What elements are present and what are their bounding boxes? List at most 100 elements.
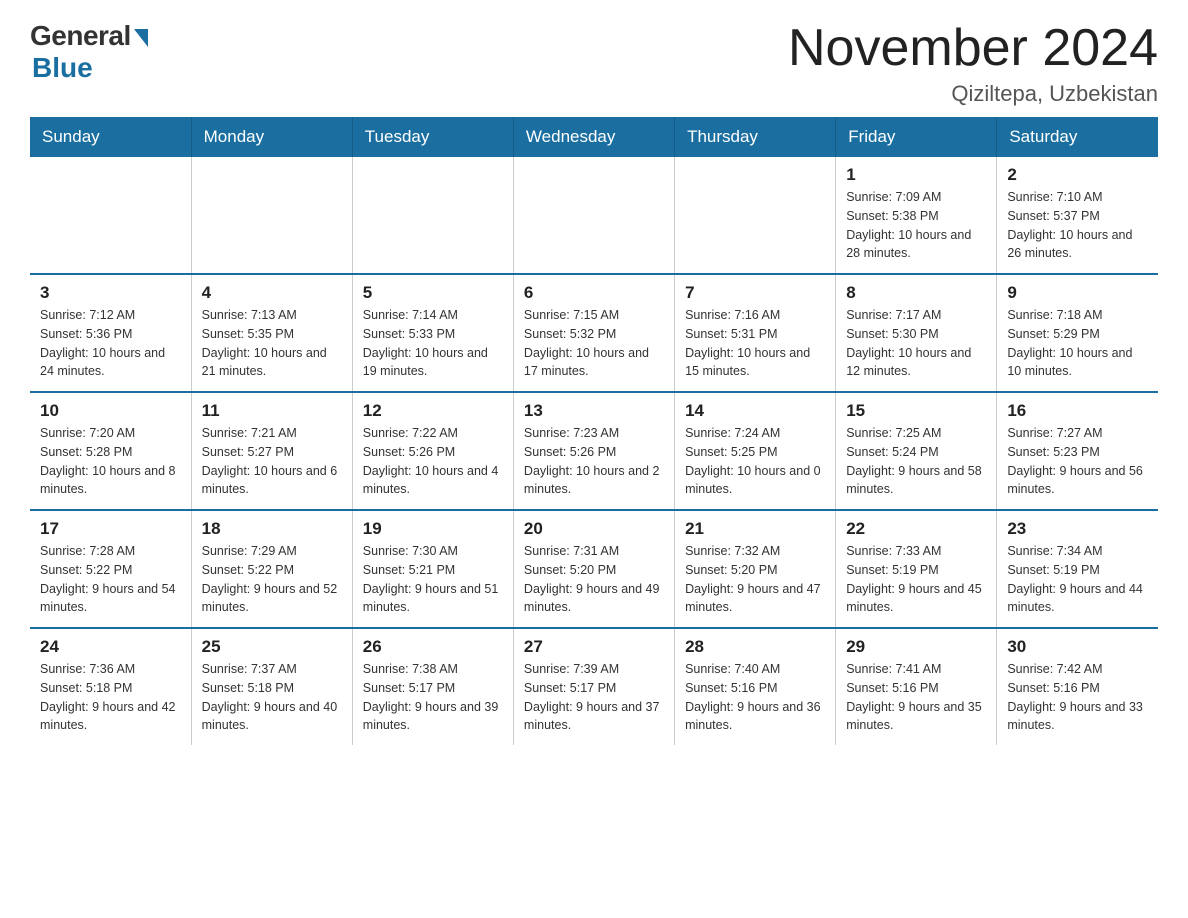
day-number: 3 — [40, 283, 181, 303]
day-info: Sunrise: 7:29 AMSunset: 5:22 PMDaylight:… — [202, 542, 342, 617]
calendar-cell: 11 Sunrise: 7:21 AMSunset: 5:27 PMDayligh… — [191, 392, 352, 510]
day-info: Sunrise: 7:12 AMSunset: 5:36 PMDaylight:… — [40, 306, 181, 381]
day-number: 8 — [846, 283, 986, 303]
week-row-3: 10Sunrise: 7:20 AMSunset: 5:28 PMDayligh… — [30, 392, 1158, 510]
calendar-cell: 4 Sunrise: 7:13 AMSunset: 5:35 PMDaylight… — [191, 274, 352, 392]
day-number: 10 — [40, 401, 181, 421]
day-info: Sunrise: 7:21 AMSunset: 5:27 PMDaylight:… — [202, 424, 342, 499]
weekday-header-thursday: Thursday — [675, 117, 836, 157]
day-info: Sunrise: 7:09 AMSunset: 5:38 PMDaylight:… — [846, 188, 986, 263]
day-info: Sunrise: 7:24 AMSunset: 5:25 PMDaylight:… — [685, 424, 825, 499]
day-number: 13 — [524, 401, 664, 421]
calendar-cell: 1 Sunrise: 7:09 AMSunset: 5:38 PMDaylight… — [836, 157, 997, 274]
calendar-cell — [352, 157, 513, 274]
day-info: Sunrise: 7:34 AMSunset: 5:19 PMDaylight:… — [1007, 542, 1148, 617]
calendar-cell — [191, 157, 352, 274]
day-number: 4 — [202, 283, 342, 303]
day-info: Sunrise: 7:31 AMSunset: 5:20 PMDaylight:… — [524, 542, 664, 617]
calendar-cell: 7 Sunrise: 7:16 AMSunset: 5:31 PMDaylight… — [675, 274, 836, 392]
day-number: 9 — [1007, 283, 1148, 303]
week-row-5: 24 Sunrise: 7:36 AMSunset: 5:18 PMDayligh… — [30, 628, 1158, 745]
calendar-cell: 15 Sunrise: 7:25 AMSunset: 5:24 PMDayligh… — [836, 392, 997, 510]
day-info: Sunrise: 7:40 AMSunset: 5:16 PMDaylight:… — [685, 660, 825, 735]
calendar-cell: 22Sunrise: 7:33 AMSunset: 5:19 PMDayligh… — [836, 510, 997, 628]
calendar-cell: 19 Sunrise: 7:30 AMSunset: 5:21 PMDayligh… — [352, 510, 513, 628]
calendar-cell: 13 Sunrise: 7:23 AMSunset: 5:26 PMDayligh… — [513, 392, 674, 510]
calendar-cell: 3 Sunrise: 7:12 AMSunset: 5:36 PMDaylight… — [30, 274, 191, 392]
day-info: Sunrise: 7:16 AMSunset: 5:31 PMDaylight:… — [685, 306, 825, 381]
day-number: 2 — [1007, 165, 1148, 185]
day-info: Sunrise: 7:32 AMSunset: 5:20 PMDaylight:… — [685, 542, 825, 617]
calendar-cell: 16 Sunrise: 7:27 AMSunset: 5:23 PMDayligh… — [997, 392, 1158, 510]
weekday-header-saturday: Saturday — [997, 117, 1158, 157]
day-number: 30 — [1007, 637, 1148, 657]
day-info: Sunrise: 7:42 AMSunset: 5:16 PMDaylight:… — [1007, 660, 1148, 735]
day-number: 14 — [685, 401, 825, 421]
weekday-header-tuesday: Tuesday — [352, 117, 513, 157]
title-block: November 2024 Qiziltepa, Uzbekistan — [788, 20, 1158, 107]
day-number: 11 — [202, 401, 342, 421]
day-info: Sunrise: 7:30 AMSunset: 5:21 PMDaylight:… — [363, 542, 503, 617]
day-info: Sunrise: 7:41 AMSunset: 5:16 PMDaylight:… — [846, 660, 986, 735]
day-number: 29 — [846, 637, 986, 657]
day-number: 28 — [685, 637, 825, 657]
weekday-header-sunday: Sunday — [30, 117, 191, 157]
day-number: 6 — [524, 283, 664, 303]
calendar-cell: 8 Sunrise: 7:17 AMSunset: 5:30 PMDaylight… — [836, 274, 997, 392]
day-info: Sunrise: 7:38 AMSunset: 5:17 PMDaylight:… — [363, 660, 503, 735]
day-info: Sunrise: 7:27 AMSunset: 5:23 PMDaylight:… — [1007, 424, 1148, 499]
week-row-1: 1 Sunrise: 7:09 AMSunset: 5:38 PMDaylight… — [30, 157, 1158, 274]
calendar-cell: 27Sunrise: 7:39 AMSunset: 5:17 PMDayligh… — [513, 628, 674, 745]
day-number: 17 — [40, 519, 181, 539]
day-info: Sunrise: 7:13 AMSunset: 5:35 PMDaylight:… — [202, 306, 342, 381]
day-number: 18 — [202, 519, 342, 539]
weekday-header-friday: Friday — [836, 117, 997, 157]
day-number: 21 — [685, 519, 825, 539]
calendar-cell: 28 Sunrise: 7:40 AMSunset: 5:16 PMDayligh… — [675, 628, 836, 745]
weekday-header-row: SundayMondayTuesdayWednesdayThursdayFrid… — [30, 117, 1158, 157]
weekday-header-wednesday: Wednesday — [513, 117, 674, 157]
day-info: Sunrise: 7:10 AMSunset: 5:37 PMDaylight:… — [1007, 188, 1148, 263]
day-number: 16 — [1007, 401, 1148, 421]
calendar-cell: 5 Sunrise: 7:14 AMSunset: 5:33 PMDaylight… — [352, 274, 513, 392]
calendar-cell: 6 Sunrise: 7:15 AMSunset: 5:32 PMDaylight… — [513, 274, 674, 392]
page-header: General Blue November 2024 Qiziltepa, Uz… — [30, 20, 1158, 107]
day-info: Sunrise: 7:18 AMSunset: 5:29 PMDaylight:… — [1007, 306, 1148, 381]
calendar-cell: 30 Sunrise: 7:42 AMSunset: 5:16 PMDayligh… — [997, 628, 1158, 745]
day-info: Sunrise: 7:28 AMSunset: 5:22 PMDaylight:… — [40, 542, 181, 617]
day-info: Sunrise: 7:17 AMSunset: 5:30 PMDaylight:… — [846, 306, 986, 381]
day-number: 19 — [363, 519, 503, 539]
day-info: Sunrise: 7:23 AMSunset: 5:26 PMDaylight:… — [524, 424, 664, 499]
calendar-title: November 2024 — [788, 20, 1158, 77]
calendar-cell — [513, 157, 674, 274]
calendar-cell: 17 Sunrise: 7:28 AMSunset: 5:22 PMDayligh… — [30, 510, 191, 628]
calendar-cell: 12Sunrise: 7:22 AMSunset: 5:26 PMDayligh… — [352, 392, 513, 510]
day-number: 24 — [40, 637, 181, 657]
day-info: Sunrise: 7:25 AMSunset: 5:24 PMDaylight:… — [846, 424, 986, 499]
calendar-subtitle: Qiziltepa, Uzbekistan — [788, 81, 1158, 107]
calendar-table: SundayMondayTuesdayWednesdayThursdayFrid… — [30, 117, 1158, 745]
calendar-cell: 14 Sunrise: 7:24 AMSunset: 5:25 PMDayligh… — [675, 392, 836, 510]
day-number: 7 — [685, 283, 825, 303]
day-number: 5 — [363, 283, 503, 303]
week-row-2: 3 Sunrise: 7:12 AMSunset: 5:36 PMDaylight… — [30, 274, 1158, 392]
day-number: 15 — [846, 401, 986, 421]
calendar-cell: 2 Sunrise: 7:10 AMSunset: 5:37 PMDaylight… — [997, 157, 1158, 274]
calendar-cell: 26 Sunrise: 7:38 AMSunset: 5:17 PMDayligh… — [352, 628, 513, 745]
calendar-cell: 10Sunrise: 7:20 AMSunset: 5:28 PMDayligh… — [30, 392, 191, 510]
day-number: 26 — [363, 637, 503, 657]
weekday-header-monday: Monday — [191, 117, 352, 157]
day-info: Sunrise: 7:14 AMSunset: 5:33 PMDaylight:… — [363, 306, 503, 381]
day-number: 25 — [202, 637, 342, 657]
day-number: 1 — [846, 165, 986, 185]
day-info: Sunrise: 7:36 AMSunset: 5:18 PMDaylight:… — [40, 660, 181, 735]
calendar-cell — [30, 157, 191, 274]
day-info: Sunrise: 7:39 AMSunset: 5:17 PMDaylight:… — [524, 660, 664, 735]
day-info: Sunrise: 7:15 AMSunset: 5:32 PMDaylight:… — [524, 306, 664, 381]
calendar-cell: 9 Sunrise: 7:18 AMSunset: 5:29 PMDaylight… — [997, 274, 1158, 392]
day-number: 12 — [363, 401, 503, 421]
calendar-cell: 21 Sunrise: 7:32 AMSunset: 5:20 PMDayligh… — [675, 510, 836, 628]
logo-general-text: General — [30, 20, 131, 52]
day-number: 20 — [524, 519, 664, 539]
calendar-cell: 29 Sunrise: 7:41 AMSunset: 5:16 PMDayligh… — [836, 628, 997, 745]
